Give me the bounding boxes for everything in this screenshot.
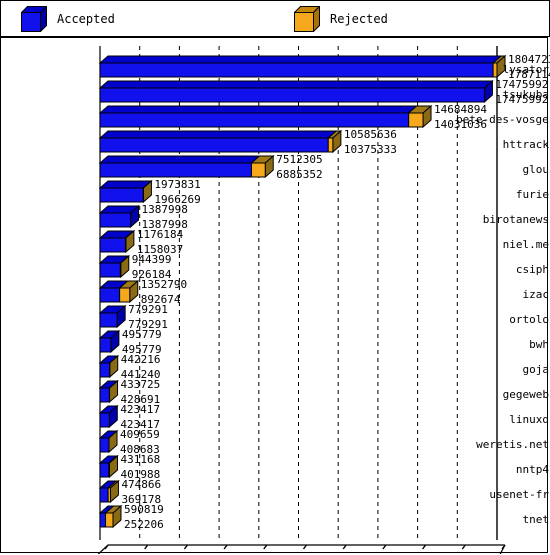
bar-group	[98, 204, 140, 229]
bar-group	[98, 379, 119, 404]
bar-total-value: 433725	[120, 378, 161, 391]
bar-accepted-value: 17475992	[495, 93, 549, 106]
bar-total-value: 590819	[123, 503, 164, 516]
bar-category-label: furie	[515, 188, 549, 201]
bar-total-value: 1387998	[141, 203, 188, 216]
bar-group	[98, 229, 136, 254]
bar-accepted-value: 10375333	[343, 143, 397, 156]
bar-category-label: httrack	[502, 138, 549, 151]
bar-category-label: bwh	[529, 338, 549, 351]
bar-group	[98, 479, 120, 504]
bar-total-value: 1176184	[136, 228, 184, 241]
bar-group	[98, 504, 123, 529]
bar-group	[98, 354, 120, 379]
bar-group	[98, 129, 343, 154]
cube-icon	[21, 5, 47, 32]
bar-category-label: ortolo	[509, 313, 549, 326]
bar-category-label: linuxd	[509, 413, 549, 426]
bar-total-value: 10585636	[343, 128, 397, 141]
bar-total-value: 409659	[120, 428, 160, 441]
bar-group	[98, 179, 153, 204]
legend-label-accepted: Accepted	[57, 11, 115, 26]
cube-icon	[294, 5, 320, 32]
bar-group	[98, 454, 119, 479]
bar-total-value: 1973831	[154, 178, 201, 191]
bar-accepted-value: 6885352	[276, 168, 323, 181]
bar-total-value: 17475992	[495, 78, 549, 91]
bar-group	[98, 254, 131, 279]
x-axis	[97, 544, 506, 554]
bar-total-value: 779291	[128, 303, 168, 316]
bar-category-label: csiph	[515, 263, 549, 276]
bar-group	[98, 154, 275, 179]
bar-group	[98, 79, 494, 104]
bar-group	[98, 104, 433, 129]
bar-category-label: izac	[522, 288, 550, 301]
bar-accepted-value: 252206	[123, 518, 164, 531]
chart-plot-area: lysator1804723717871149tsukuba1747599217…	[0, 37, 550, 554]
bar-total-value: 474866	[121, 478, 162, 491]
chart-legend: Accepted Rejected	[0, 0, 550, 37]
bar-total-value: 18047237	[508, 53, 550, 66]
bar-category-label: nntp4	[515, 463, 549, 476]
bar-category-label: usenet-fr	[489, 488, 549, 501]
bar-group	[98, 429, 119, 454]
bar-total-value: 7512305	[276, 153, 323, 166]
bar-category-label: glou	[522, 163, 550, 176]
bar-category-label: birotanews	[482, 213, 549, 226]
bar-category-label: weretis.net	[476, 438, 549, 451]
bar-group	[98, 54, 507, 79]
bar-category-label: goja	[522, 363, 550, 376]
bar-total-value: 431168	[120, 453, 161, 466]
legend-label-rejected: Rejected	[330, 11, 388, 26]
bar-total-value: 1352790	[140, 278, 188, 291]
bar-accepted-value: 14031036	[434, 118, 488, 131]
bar-category-label: niel.me	[502, 238, 549, 251]
bar-total-value: 442216	[120, 353, 161, 366]
chart-screenshot: Accepted Rejected lysator180472371787114…	[0, 0, 550, 555]
bar-group	[98, 304, 127, 329]
legend-item-rejected: Rejected	[284, 1, 388, 36]
bar-chart: lysator1804723717871149tsukuba1747599217…	[1, 38, 550, 554]
bar-group	[98, 279, 140, 304]
bar-total-value: 423417	[120, 403, 161, 416]
bar-category-label: tnet	[522, 513, 550, 526]
bar-group	[98, 404, 119, 429]
bar-category-label: gegeweb	[502, 388, 549, 401]
legend-item-accepted: Accepted	[11, 1, 115, 36]
bar-group	[98, 329, 121, 354]
bar-total-value: 14684894	[434, 103, 488, 116]
bar-total-value: 944399	[131, 253, 172, 266]
bar-total-value: 495779	[121, 328, 162, 341]
